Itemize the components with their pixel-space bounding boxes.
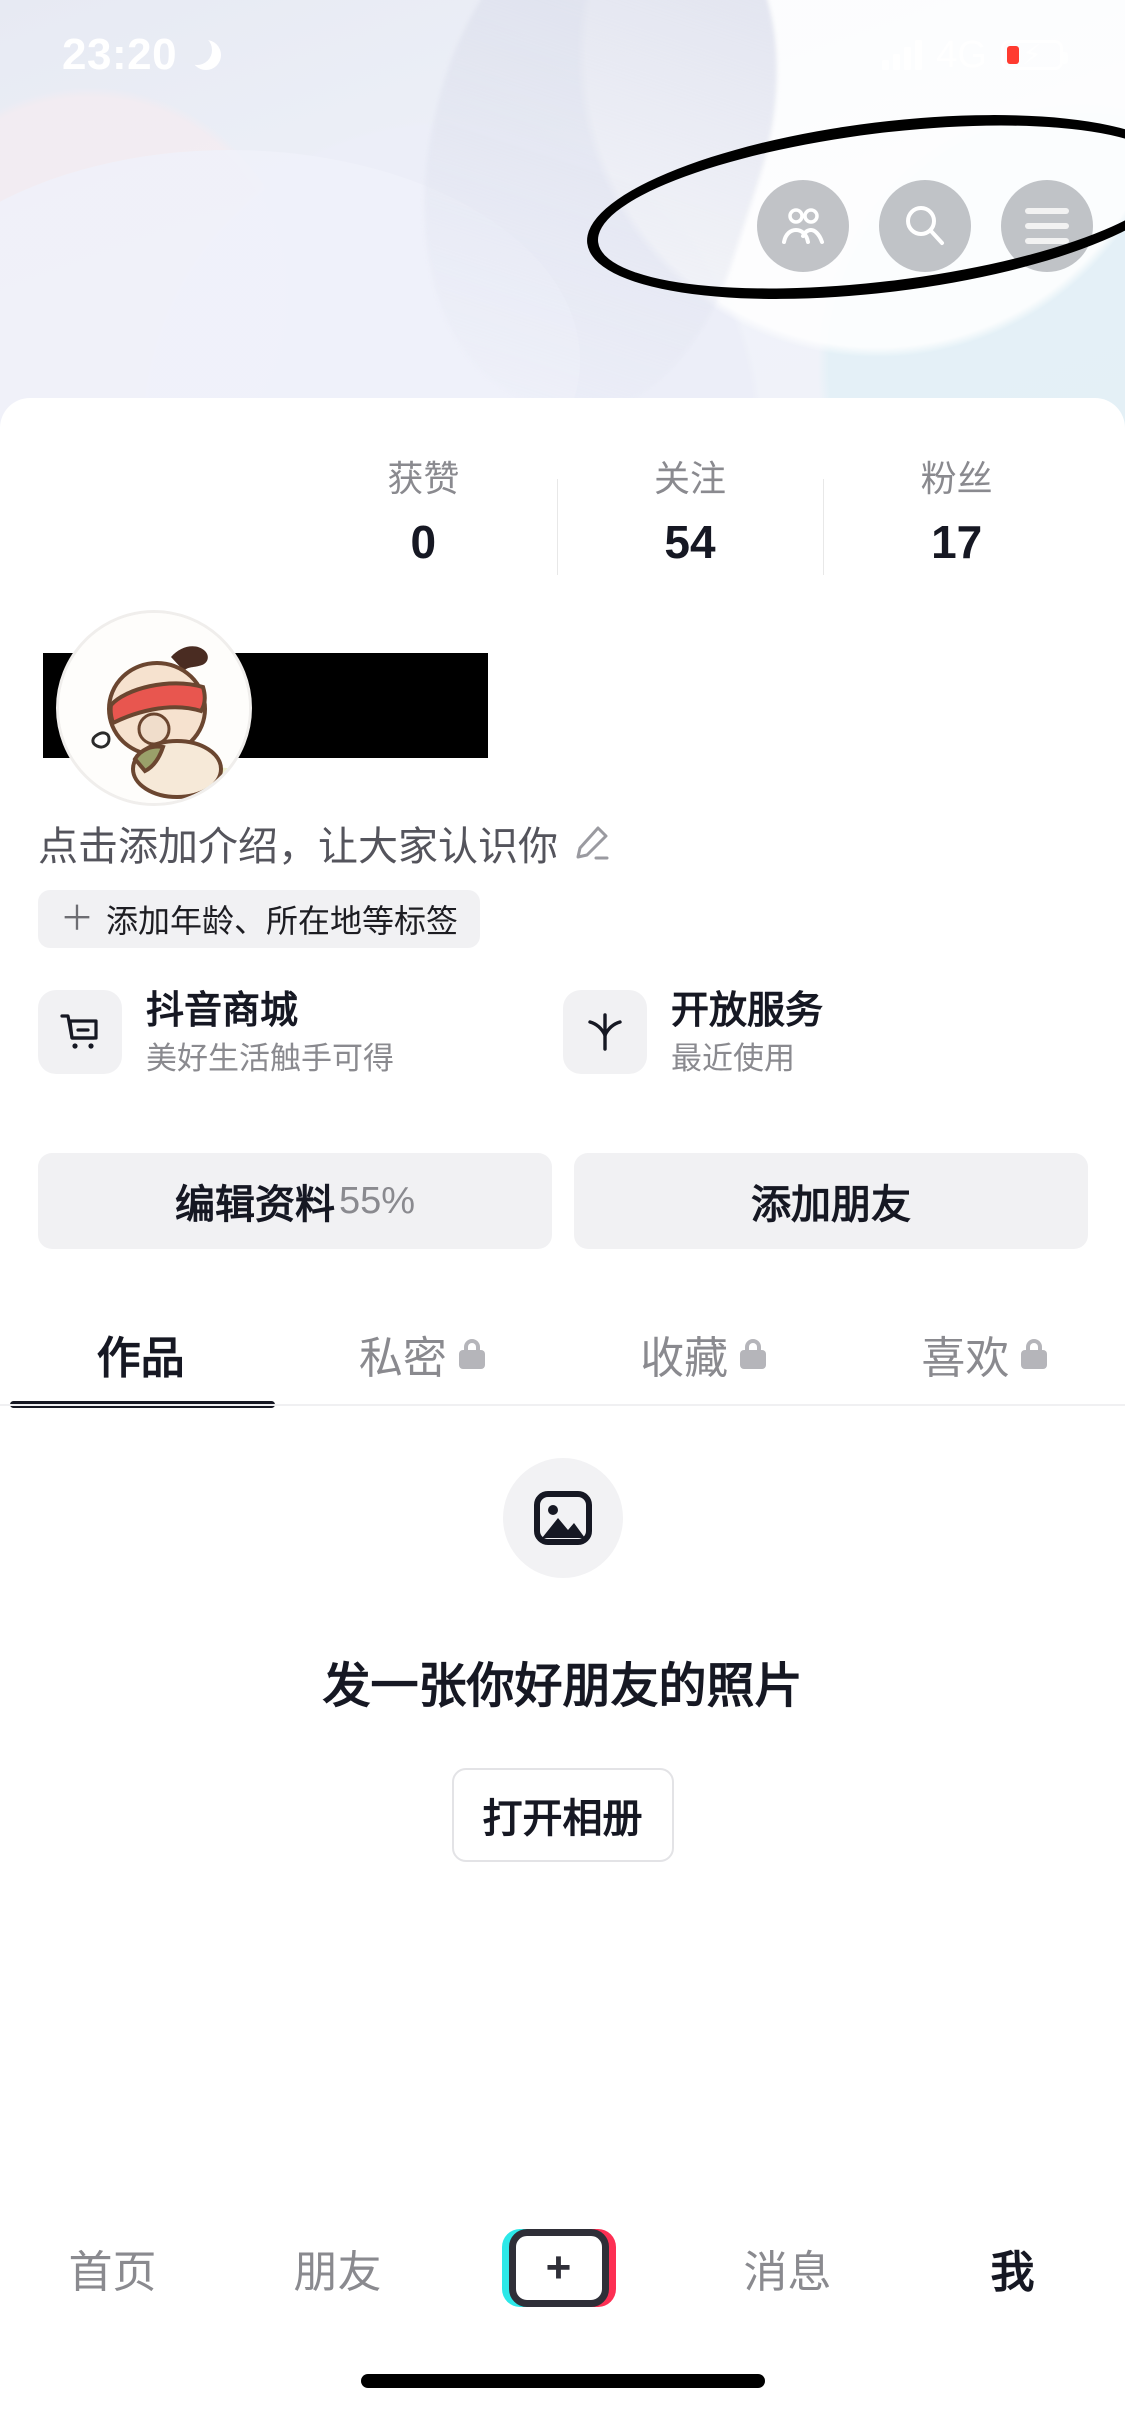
profile-action-buttons: 编辑资料 55% 添加朋友: [38, 1153, 1088, 1249]
add-friend-label: 添加朋友: [751, 1183, 911, 1227]
content-tabs: 作品 私密 收藏 喜欢: [0, 1300, 1125, 1408]
service-subtitle: 美好生活触手可得: [146, 1040, 394, 1076]
bio-placeholder: 点击添加介绍，让大家认识你: [38, 825, 558, 869]
nav-label: 我: [990, 2248, 1035, 2297]
status-bar-left: 23:20: [62, 30, 222, 80]
edit-profile-label: 编辑资料: [174, 1183, 335, 1227]
add-tags-label: 添加年龄、所在地等标签: [106, 903, 459, 939]
empty-state: 发一张你好朋友的照片 打开相册: [0, 1458, 1125, 1862]
nav-label: 消息: [743, 2248, 832, 2297]
service-entries: 抖音商城 美好生活触手可得 开放服务 最近使用: [38, 990, 1088, 1074]
service-title: 开放服务: [671, 990, 824, 1033]
lock-icon: [740, 1339, 767, 1369]
stat-following[interactable]: 关注 54: [556, 458, 824, 575]
profile-stats: 获赞 0 关注 54 粉丝 17: [290, 438, 1090, 588]
status-bar: 23:20 4G ⚡: [0, 0, 1125, 110]
lock-icon: [458, 1339, 485, 1369]
stat-label: 关注: [654, 458, 727, 499]
crescent-moon-icon: [182, 35, 222, 70]
tab-favorites[interactable]: 收藏: [563, 1300, 844, 1408]
battery-charging-icon: ⚡: [1001, 40, 1068, 70]
service-open[interactable]: 开放服务 最近使用: [563, 990, 1088, 1074]
nav-item-me[interactable]: 我: [900, 2236, 1125, 2300]
service-mall[interactable]: 抖音商城 美好生活触手可得: [38, 990, 563, 1074]
nav-item-messages[interactable]: 消息: [675, 2236, 900, 2300]
friends-button[interactable]: [757, 180, 849, 272]
service-subtitle: 最近使用: [671, 1040, 795, 1076]
shopping-cart-icon: [38, 990, 122, 1074]
nav-item-home[interactable]: 首页: [0, 2236, 225, 2300]
empty-state-title: 发一张你好朋友的照片: [322, 1660, 803, 1713]
tab-label: 收藏: [640, 1334, 729, 1383]
tab-label: 作品: [96, 1334, 185, 1383]
stat-label: 粉丝: [920, 458, 993, 499]
profile-sheet: 获赞 0 关注 54 粉丝 17 点击添加介绍，让大家认识你 ＋ 添加年龄、所在…: [0, 398, 1125, 2436]
douyin-profile-screen: 23:20 4G ⚡ 获赞 0 关注 54 粉丝 17 点击添加介绍，让大家认识…: [0, 0, 1125, 2436]
douyin-service-icon: [563, 990, 647, 1074]
menu-icon: [1025, 208, 1069, 244]
service-title: 抖音商城: [146, 990, 299, 1033]
friends-icon: [782, 208, 824, 244]
search-button[interactable]: [879, 180, 971, 272]
add-tags-button[interactable]: ＋ 添加年龄、所在地等标签: [38, 890, 481, 948]
stat-value: 54: [664, 516, 716, 568]
avatar[interactable]: [56, 610, 252, 806]
stat-value: 17: [931, 516, 983, 568]
menu-button[interactable]: [1001, 180, 1093, 272]
tabs-divider: [0, 1404, 1125, 1406]
network-type-label: 4G: [936, 33, 987, 76]
cartoon-baby-avatar: [59, 613, 249, 803]
nav-label: 朋友: [293, 2248, 382, 2297]
bottom-nav: 首页 朋友 + 消息 我: [0, 2184, 1125, 2352]
bio-row[interactable]: 点击添加介绍，让大家认识你: [38, 814, 610, 872]
tab-label: 私密: [358, 1334, 447, 1383]
tab-likes[interactable]: 喜欢: [844, 1300, 1125, 1408]
tab-private[interactable]: 私密: [281, 1300, 562, 1408]
plus-icon: ＋: [60, 900, 94, 938]
nav-item-create[interactable]: +: [450, 2229, 675, 2307]
plus-glyph: +: [545, 2243, 572, 2292]
image-placeholder-icon: [502, 1458, 623, 1578]
stat-followers[interactable]: 粉丝 17: [823, 458, 1090, 575]
stat-likes[interactable]: 获赞 0: [290, 458, 557, 568]
add-friend-button[interactable]: 添加朋友: [574, 1153, 1088, 1249]
open-album-button[interactable]: 打开相册: [451, 1768, 674, 1862]
header-actions: [757, 180, 1093, 272]
home-indicator: [360, 2374, 765, 2388]
edit-profile-percent: 55%: [338, 1179, 416, 1222]
stat-value: 0: [410, 516, 437, 568]
clock-time: 23:20: [62, 30, 178, 79]
edit-profile-button[interactable]: 编辑资料 55%: [38, 1153, 552, 1249]
tab-label: 喜欢: [921, 1334, 1010, 1383]
cellular-signal-icon: [882, 40, 923, 70]
pencil-icon: [576, 826, 609, 860]
tab-works[interactable]: 作品: [0, 1300, 281, 1408]
nav-item-friends[interactable]: 朋友: [225, 2236, 450, 2300]
search-icon: [906, 206, 944, 245]
lock-icon: [1021, 1339, 1048, 1369]
nav-label: 首页: [68, 2248, 157, 2297]
status-bar-right: 4G ⚡: [882, 33, 1068, 77]
create-post-icon: +: [501, 2229, 617, 2307]
stat-label: 获赞: [387, 458, 460, 499]
